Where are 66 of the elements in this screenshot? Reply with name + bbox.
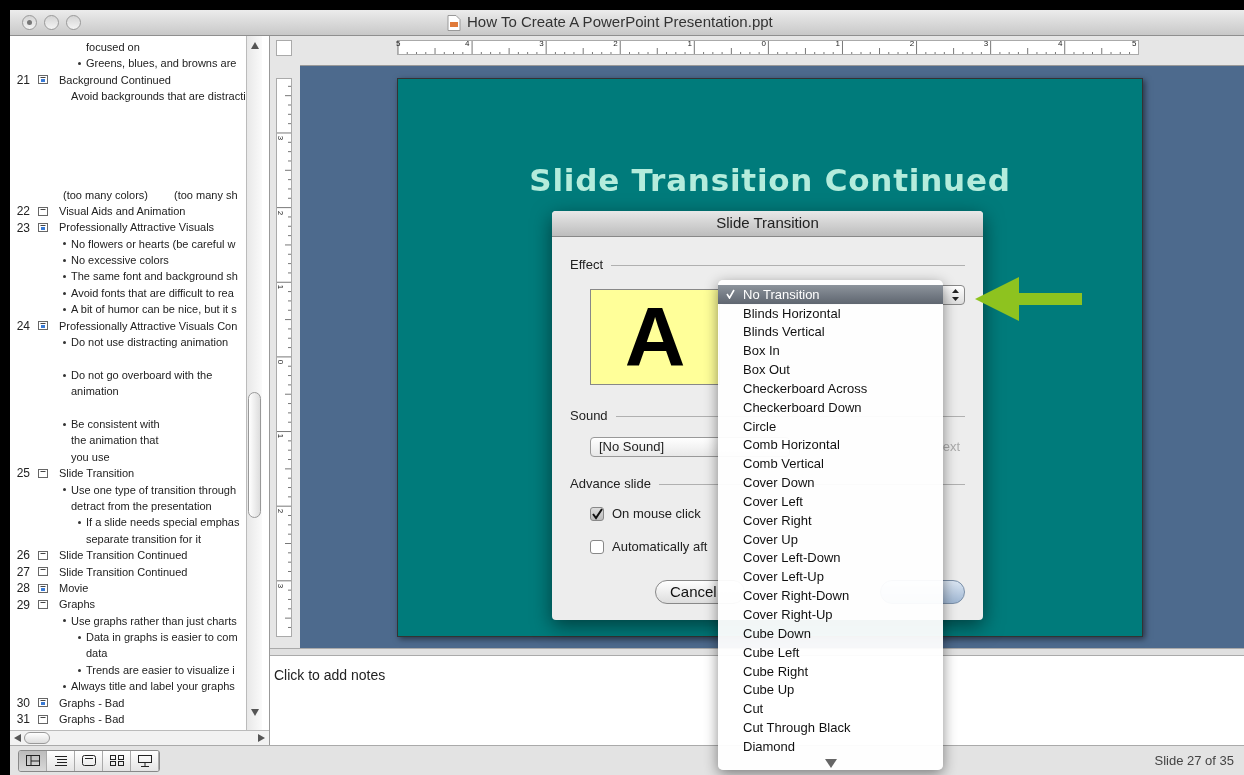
ruler-number: 2: [613, 38, 618, 50]
ruler-number: 2: [275, 210, 287, 215]
notes-placeholder: Click to add notes: [274, 667, 386, 683]
slide-number: 24: [15, 317, 30, 335]
outline-text: The same font and background sh: [71, 269, 238, 285]
outline-text: Avoid fonts that are difficult to rea: [71, 285, 234, 301]
ruler-number: 3: [539, 38, 544, 50]
ruler-number: 2: [275, 508, 287, 514]
checkbox-label: On mouse click: [612, 505, 701, 524]
outline-text: you use: [71, 449, 110, 465]
dialog-title: Slide Transition: [716, 213, 819, 234]
preview-letter: A: [624, 294, 686, 379]
loop-option-label: ext: [942, 438, 961, 457]
ruler-number: 3: [275, 135, 287, 141]
outline-text: detract from the presentation: [71, 498, 212, 514]
outline-text: No excessive colors: [71, 253, 169, 269]
outline-text: Greens, blues, and browns are: [86, 56, 237, 72]
outline-text: Do not use distracting animation: [71, 335, 229, 351]
ruler-number: 3: [983, 38, 989, 50]
slide-number: 23: [15, 219, 30, 237]
slide-number: 30: [15, 694, 30, 712]
slide-number: 27: [15, 563, 30, 581]
outline-text: separate transition for it: [86, 531, 201, 547]
outline-text: animation: [71, 384, 119, 400]
outline-text: (too many sh: [174, 187, 238, 203]
slide-number: 25: [15, 465, 30, 483]
ruler-number: 0: [761, 38, 766, 50]
outline-text: Use one type of transition through: [71, 482, 237, 498]
outline-text: No flowers or hearts (be careful w: [71, 236, 236, 252]
slide-number: 28: [15, 580, 30, 598]
sound-label: Sound: [570, 406, 608, 425]
slide-counter: Slide 27 of 35: [1154, 751, 1234, 770]
slide-number: 21: [15, 72, 30, 89]
ruler-number: 1: [687, 38, 692, 50]
outline-text: A bit of humor can be nice, but it s: [71, 302, 237, 318]
ruler-number: 2: [909, 38, 915, 50]
outline-text: If a slide needs special emphas: [86, 515, 240, 531]
outline-text: the animation that: [71, 433, 159, 449]
ruler-number: 3: [275, 583, 287, 588]
outline-text: Avoid backgrounds that are distracti: [71, 89, 246, 105]
slide-title: Slide Transition Continued: [529, 161, 1011, 200]
outline-text: Use graphs rather than just charts: [71, 613, 237, 629]
slide-number: 22: [15, 203, 30, 221]
outline-text: focused on: [86, 39, 140, 55]
ruler-number: 0: [275, 359, 287, 364]
advance-slide-label: Advance slide: [570, 475, 651, 493]
outline-text: (too many colors): [63, 187, 148, 203]
outline-text: Always title and label your graphs: [71, 679, 235, 695]
slide-number: 31: [15, 711, 30, 729]
slide-number: 26: [15, 547, 30, 565]
ruler-number: 1: [835, 38, 841, 50]
ruler-number: 5: [1132, 38, 1137, 50]
outline-text: Do not go overboard with the: [71, 367, 213, 383]
ruler-number: 5: [396, 38, 401, 50]
window-title: How To Create A PowerPoint Presentation.ppt: [467, 12, 773, 33]
effect-label: Effect: [570, 256, 603, 274]
outline-text: Be consistent with: [71, 417, 160, 432]
checkbox-label: Automatically aft: [612, 538, 708, 557]
outline-text: Trends are easier to visualize i: [86, 662, 235, 678]
slide-number: 29: [15, 596, 30, 614]
outline-text: data: [86, 646, 108, 662]
ruler-number: 4: [465, 38, 470, 50]
outline-text: Data in graphs is easier to com: [86, 630, 238, 646]
ruler-number: 1: [275, 284, 287, 290]
ruler-number: 1: [275, 434, 287, 439]
ruler-number: 4: [1057, 38, 1063, 50]
